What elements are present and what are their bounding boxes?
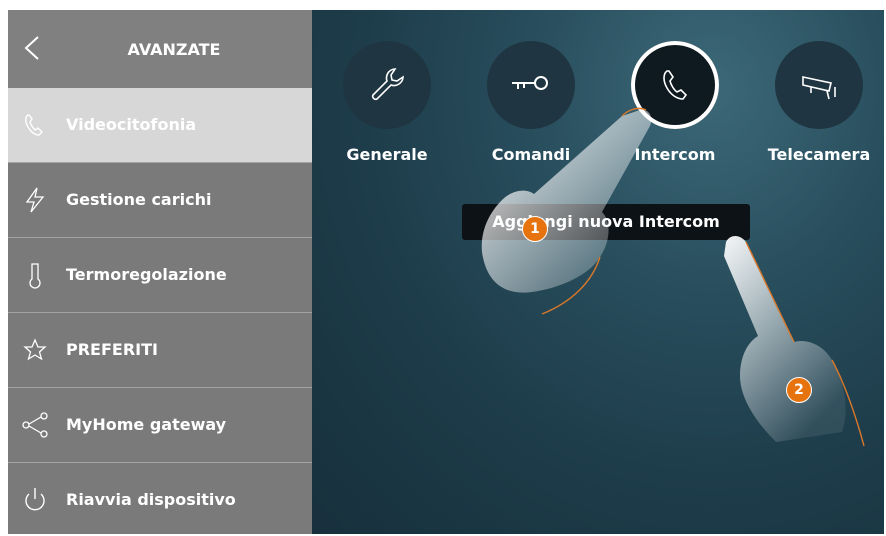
- key-icon: [512, 76, 548, 90]
- sidebar-item-videocitofonia[interactable]: Videocitofonia: [8, 88, 312, 163]
- sidebar-item-label: Termoregolazione: [66, 265, 227, 284]
- star-icon: [23, 338, 47, 361]
- camera-icon: [802, 76, 836, 100]
- sidebar-item-myhome-gateway[interactable]: MyHome gateway: [8, 388, 312, 463]
- power-icon: [25, 488, 45, 511]
- step-badge-1: 1: [522, 216, 548, 242]
- category-button-generale[interactable]: [343, 41, 431, 129]
- device-screen: AVANZATE Videocitofonia Gestione carichi…: [8, 10, 884, 534]
- pointing-hand-2: [724, 236, 865, 447]
- category-label-telecamera: Telecamera: [767, 145, 871, 164]
- lightning-icon: [25, 187, 45, 213]
- sidebar-title: AVANZATE: [127, 40, 221, 59]
- sidebar-header: AVANZATE: [8, 10, 312, 89]
- thermometer-icon: [29, 263, 41, 289]
- main-panel: Generale Comandi Intercom Telecamera Int…: [312, 10, 884, 534]
- share-icon: [22, 412, 48, 438]
- step-badge-2: 2: [786, 377, 812, 403]
- sidebar-item-label: PREFERITI: [66, 340, 158, 359]
- sidebar-item-label: MyHome gateway: [66, 415, 227, 434]
- category-button-telecamera[interactable]: [775, 41, 863, 129]
- back-arrow-icon[interactable]: [20, 34, 48, 62]
- phone-icon: [663, 70, 688, 100]
- sidebar: AVANZATE Videocitofonia Gestione carichi…: [8, 10, 312, 534]
- sidebar-item-label: Videocitofonia: [66, 115, 197, 134]
- sidebar-item-gestione-carichi[interactable]: Gestione carichi: [8, 163, 312, 238]
- pointing-hand-1: [481, 107, 652, 315]
- category-label-generale: Generale: [346, 145, 428, 164]
- wrench-icon: [371, 68, 404, 101]
- sidebar-item-preferiti[interactable]: PREFERITI: [8, 313, 312, 388]
- sidebar-item-label: Gestione carichi: [66, 190, 212, 209]
- phone-icon: [25, 114, 43, 136]
- sidebar-item-termoregolazione[interactable]: Termoregolazione: [8, 238, 312, 313]
- sidebar-item-riavvia-dispositivo[interactable]: Riavvia dispositivo: [8, 463, 312, 534]
- sidebar-item-label: Riavvia dispositivo: [66, 490, 236, 509]
